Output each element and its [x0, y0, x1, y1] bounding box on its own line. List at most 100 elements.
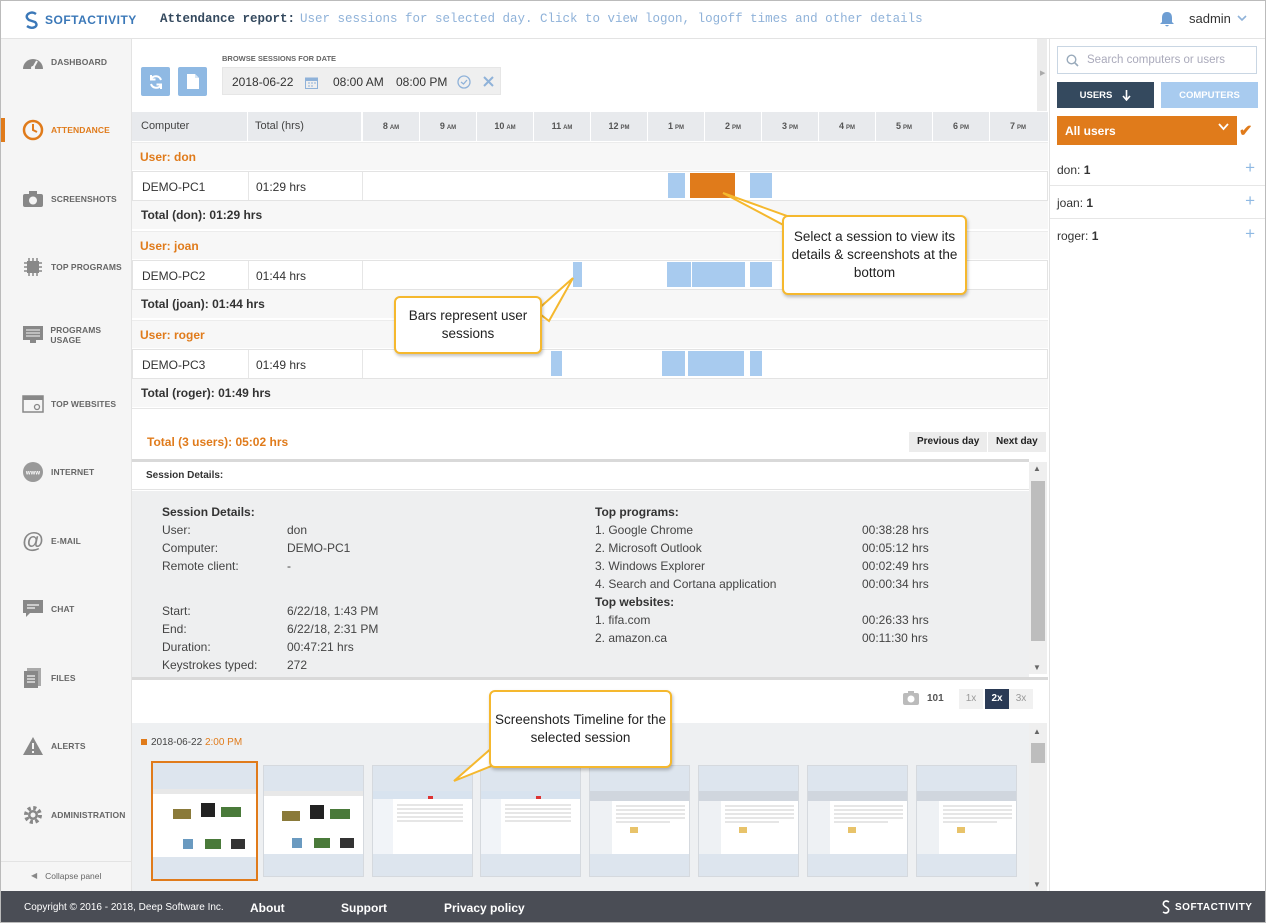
grid-spacer: [132, 408, 1048, 428]
caret-left-icon: ◀: [31, 871, 38, 880]
timeline-scrollbar[interactable]: ▲ ▼: [1029, 723, 1047, 891]
website-time: 00:26:33 hrs: [862, 613, 929, 627]
screenshot-thumbnail-selected[interactable]: [151, 761, 258, 881]
screenshot-thumbnail[interactable]: [263, 765, 364, 877]
sidebar-item-email[interactable]: @ E-MAIL: [1, 521, 132, 561]
sidebar-item-top-programs[interactable]: TOP PROGRAMS: [1, 247, 132, 287]
col-computer[interactable]: Computer: [141, 112, 189, 141]
details-scrollbar-thumb[interactable]: [1031, 481, 1045, 641]
start-time-value[interactable]: 08:00 AM: [333, 75, 384, 89]
program-time: 00:05:12 hrs: [862, 541, 929, 555]
timeline-marker: [141, 739, 147, 746]
callout-bars: Bars represent user sessions: [394, 296, 542, 354]
top-websites-title: Top websites:: [595, 595, 675, 609]
user-total: Total (roger): 01:49 hrs: [132, 379, 1048, 407]
session-bar[interactable]: [667, 262, 691, 287]
clear-icon[interactable]: [482, 75, 495, 88]
date-value[interactable]: 2018-06-22: [232, 75, 293, 89]
list-item[interactable]: roger: 1 +: [1050, 219, 1265, 252]
tab-computers[interactable]: COMPUTERS: [1161, 82, 1258, 108]
screenshot-thumbnail[interactable]: [916, 765, 1017, 877]
sidebar-item-attendance[interactable]: ATTENDANCE: [1, 110, 132, 150]
page-subtitle: User sessions for selected day. Click to…: [300, 12, 923, 26]
sidebar-item-alerts[interactable]: ALERTS: [1, 726, 132, 766]
support-link[interactable]: Support: [341, 901, 387, 915]
monitor-icon: [21, 323, 44, 347]
zoom-2x-button[interactable]: 2x: [985, 689, 1009, 709]
clock-icon: [21, 118, 45, 142]
calendar-icon[interactable]: [305, 76, 318, 89]
next-day-button[interactable]: Next day: [988, 432, 1046, 452]
brand-logo[interactable]: SOFTACTIVITY: [23, 10, 137, 30]
program-time: 00:00:34 hrs: [862, 577, 929, 591]
www-icon: www: [21, 460, 45, 484]
attendance-grid-header: Computer Total (hrs) 8 AM 9 AM 10 AM 11 AM 12 PM 1…: [132, 112, 1048, 141]
sidebar-item-programs-usage[interactable]: PROGRAMS USAGE: [1, 315, 132, 355]
zoom-3x-button[interactable]: 3x: [1009, 689, 1033, 709]
total-hours: 01:44 hrs: [256, 269, 307, 283]
user-menu[interactable]: sadmin: [1189, 11, 1247, 26]
zoom-1x-button[interactable]: 1x: [959, 689, 983, 709]
bell-icon[interactable]: [1159, 11, 1175, 28]
tab-users[interactable]: USERS: [1057, 82, 1154, 108]
total-hours: 01:29 hrs: [256, 180, 307, 194]
sidebar-item-internet[interactable]: www INTERNET: [1, 452, 132, 492]
plus-icon[interactable]: +: [1245, 191, 1255, 211]
date-range-picker[interactable]: 2018-06-22 08:00 AM 08:00 PM: [222, 67, 501, 95]
list-item[interactable]: joan: 1 +: [1050, 186, 1265, 219]
col-total[interactable]: Total (hrs): [255, 112, 304, 141]
session-bar[interactable]: [750, 351, 762, 376]
end-label: End:: [162, 622, 187, 636]
privacy-link[interactable]: Privacy policy: [444, 901, 525, 915]
about-link[interactable]: About: [250, 901, 285, 915]
keystrokes-value: 272: [287, 658, 308, 672]
hour-column-header: 4 PM: [818, 112, 875, 141]
collapse-panel-button[interactable]: ◀ Collapse panel: [1, 861, 132, 889]
checkmark-icon[interactable]: ✔: [1239, 121, 1252, 141]
panel-splitter[interactable]: ▶: [1037, 39, 1047, 111]
session-bar[interactable]: [551, 351, 562, 376]
list-item[interactable]: don: 1 +: [1050, 153, 1265, 186]
sidebar-item-files[interactable]: FILES: [1, 658, 132, 698]
hour-column-header: 1 PM: [647, 112, 704, 141]
chip-icon: [21, 255, 45, 279]
plus-icon[interactable]: +: [1245, 224, 1255, 244]
sidebar-item-dashboard[interactable]: DASHBOARD: [1, 42, 132, 82]
end-time-value[interactable]: 08:00 PM: [396, 75, 447, 89]
sidebar-item-administration[interactable]: ADMINISTRATION: [1, 795, 132, 835]
document-icon: [186, 74, 199, 89]
export-button[interactable]: [178, 67, 207, 96]
plus-icon[interactable]: +: [1245, 158, 1255, 178]
screenshot-thumbnail[interactable]: [698, 765, 799, 877]
computer-name: DEMO-PC2: [142, 269, 206, 283]
sidebar-item-chat[interactable]: CHAT: [1, 589, 132, 629]
session-bar[interactable]: [750, 262, 772, 287]
clock-icon[interactable]: [457, 75, 471, 89]
chat-icon: [21, 597, 45, 621]
sidebar-item-screenshots[interactable]: SCREENSHOTS: [1, 179, 132, 219]
computer-name: DEMO-PC3: [142, 358, 206, 372]
alert-icon: [21, 734, 45, 758]
top-programs-title: Top programs:: [595, 505, 679, 519]
previous-day-button[interactable]: Previous day: [909, 432, 988, 452]
browser-icon: [21, 392, 45, 416]
screenshot-thumbnail[interactable]: [589, 765, 690, 877]
session-bar[interactable]: [688, 351, 744, 376]
footer-brand: SOFTACTIVITY: [1175, 902, 1253, 913]
brand-name: SOFTACTIVITY: [45, 13, 137, 27]
hour-column-header: 2 PM: [704, 112, 761, 141]
sidebar-item-top-websites[interactable]: TOP WEBSITES: [1, 384, 132, 424]
table-row[interactable]: DEMO-PC1 01:29 hrs: [132, 171, 1048, 201]
arrow-down-icon: [1122, 89, 1131, 101]
session-bar[interactable]: [692, 262, 745, 287]
session-bar[interactable]: [668, 173, 685, 198]
session-bar[interactable]: [662, 351, 685, 376]
user-filter-select[interactable]: All users: [1057, 116, 1237, 145]
refresh-button[interactable]: [141, 67, 170, 96]
search-input[interactable]: Search computers or users: [1057, 46, 1257, 74]
copyright: Copyright © 2016 - 2018, Deep Software I…: [24, 902, 224, 913]
dashboard-icon: [21, 50, 45, 74]
table-row[interactable]: DEMO-PC3 01:49 hrs: [132, 349, 1048, 379]
callout-session: Select a session to view its details & s…: [782, 215, 967, 295]
screenshot-thumbnail[interactable]: [807, 765, 908, 877]
